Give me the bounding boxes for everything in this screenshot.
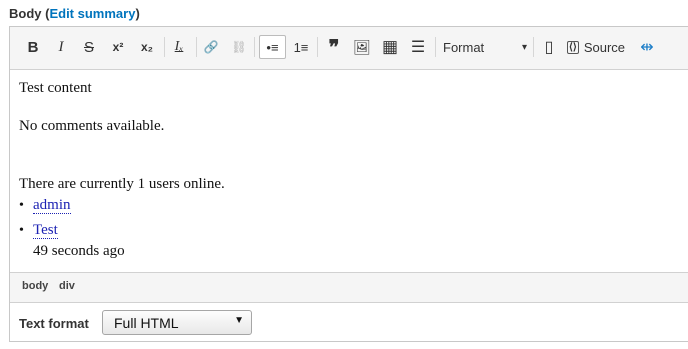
toolbar-separator [196,37,197,57]
link-icon[interactable]: 🔗 [201,35,221,59]
text-format-select[interactable]: Full HTML ▼ [102,310,252,335]
superscript-icon[interactable]: x² [107,35,129,59]
user-link-admin[interactable]: admin [33,197,71,214]
list-item-text: admin [33,197,71,214]
body-field-label: Body (Edit summary) [9,6,140,21]
toolbar-separator [435,37,436,57]
show-blocks-icon[interactable]: ▯ [539,35,559,59]
element-path-bar: body div [10,272,688,302]
toolbar-separator [317,37,318,57]
editor-toolbar: B I S x² x₂ Iₓ 🔗 ⛓ •≡ 1≡ ❞ 🖼 ▦ ☰ Format … [10,27,688,70]
strikethrough-icon[interactable]: S [79,35,99,59]
toolbar-separator [254,37,255,57]
table-icon[interactable]: ▦ [379,35,401,59]
bulleted-list-icon[interactable]: •≡ [259,35,286,59]
chevron-down-icon: ▾ [521,41,527,53]
user-last-seen: 49 seconds ago [33,243,125,259]
bold-icon[interactable]: B [23,35,43,59]
chevron-down-icon: ▼ [234,315,244,326]
toolbar-separator [533,37,534,57]
body-label-text: Body ( [9,6,50,21]
unlink-icon[interactable]: ⛓ [229,35,249,59]
numbered-list-icon[interactable]: 1≡ [290,35,312,59]
path-item-div[interactable]: div [59,280,75,292]
format-dropdown-label: Format [443,39,485,55]
text-format-bar: Text format Full HTML ▼ [10,302,688,343]
toolbar-separator [164,37,165,57]
italic-icon[interactable]: I [51,35,71,59]
source-icon: ⟨⟩ [567,40,579,54]
content-paragraph: There are currently 1 users online. [19,176,225,192]
image-icon[interactable]: 🖼 [351,35,373,59]
text-format-label: Text format [19,316,89,331]
list-item-text: Test [33,222,58,239]
content-paragraph: No comments available. [19,118,165,134]
text-format-selected: Full HTML [114,315,179,331]
path-item-body[interactable]: body [22,280,48,292]
content-paragraph: Test content [19,80,92,96]
edit-summary-link[interactable]: Edit summary [49,6,135,21]
format-dropdown[interactable]: Format ▾ [443,35,527,59]
subscript-icon[interactable]: x₂ [136,35,158,59]
insert-template-icon[interactable]: ⇹ [636,35,658,59]
editor-content-area[interactable]: Test content No comments available. Ther… [10,70,688,272]
horizontal-line-icon[interactable]: ☰ [407,35,429,59]
bullet-icon: • [19,198,24,213]
source-label: Source [583,39,626,55]
blockquote-icon[interactable]: ❞ [323,35,345,59]
remove-format-icon[interactable]: Iₓ [168,35,190,59]
body-label-close: ) [135,6,140,21]
source-button[interactable]: ⟨⟩ Source [567,35,629,59]
bullet-icon: • [19,223,24,238]
rich-text-editor: B I S x² x₂ Iₓ 🔗 ⛓ •≡ 1≡ ❞ 🖼 ▦ ☰ Format … [9,26,688,342]
user-link-test[interactable]: Test [33,222,58,239]
